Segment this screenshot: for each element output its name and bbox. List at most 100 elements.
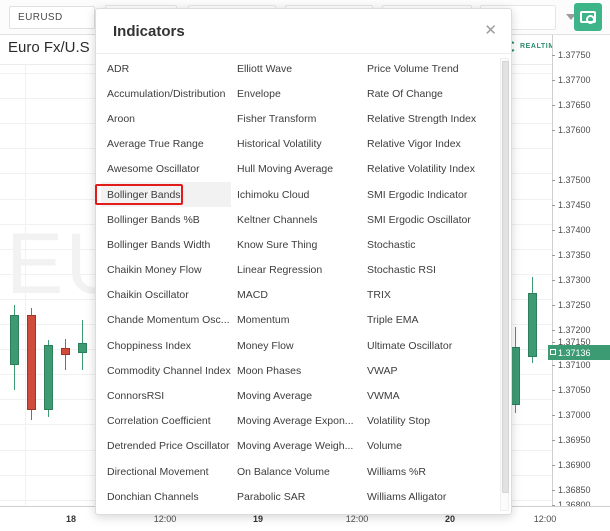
indicator-list-item[interactable]: Detrended Price Oscillator xyxy=(101,434,231,459)
indicator-list-item[interactable]: Chaikin Oscillator xyxy=(101,283,231,308)
indicator-list-item[interactable]: Williams %R xyxy=(361,459,501,484)
indicator-list-item[interactable]: Know Sure Thing xyxy=(231,232,361,257)
time-tick-label: 20 xyxy=(444,514,456,524)
indicator-list-item[interactable]: Accumulation/Distribution xyxy=(101,81,231,106)
indicator-list-item[interactable]: Commodity Channel Index xyxy=(101,358,231,383)
price-axis[interactable]: 1.37750 1.37700 1.37650 1.37600 1.37500 1.374… xyxy=(548,35,610,510)
indicator-list-item[interactable]: Hull Moving Average xyxy=(231,157,361,182)
indicators-dialog[interactable]: Indicators ✕ ADR Accumulation/Distributio… xyxy=(95,8,512,515)
price-tick-label: 1.36850 xyxy=(558,485,591,495)
price-marker-icon xyxy=(550,349,556,355)
candle-body xyxy=(10,315,19,365)
indicator-list-item[interactable]: Volume xyxy=(361,434,501,459)
indicator-list-item[interactable]: Momentum xyxy=(231,308,361,333)
camera-icon xyxy=(580,11,596,24)
indicator-list-item[interactable]: Bollinger Bands %B xyxy=(101,207,231,232)
price-tick-label: 1.37250 xyxy=(558,300,591,310)
price-tick: 1.36950 xyxy=(552,435,591,445)
indicator-list-item[interactable]: Stochastic xyxy=(361,232,501,257)
indicator-list-item[interactable]: Historical Volatility xyxy=(231,132,361,157)
indicator-list-item[interactable]: Parabolic SAR xyxy=(231,484,361,509)
indicator-list-item[interactable]: Fisher Transform xyxy=(231,106,361,131)
price-tick: 1.37350 xyxy=(552,250,591,260)
indicator-list-item[interactable]: Moon Phases xyxy=(231,358,361,383)
indicator-list-item[interactable]: Stochastic RSI xyxy=(361,258,501,283)
indicator-list-item[interactable]: Moving Average Expon... xyxy=(231,409,361,434)
time-tick-label: 12:00 xyxy=(533,514,557,524)
indicator-list-item[interactable]: On Balance Volume xyxy=(231,459,361,484)
indicator-list-item[interactable]: Correlation Coefficient xyxy=(101,409,231,434)
indicator-list-item[interactable]: Ultimate Oscillator xyxy=(361,333,501,358)
indicator-list-item[interactable]: Price Volume Trend xyxy=(361,56,501,81)
dialog-scrollbar-thumb[interactable] xyxy=(502,61,509,493)
indicator-list-item[interactable]: Linear Regression xyxy=(231,258,361,283)
snapshot-button[interactable] xyxy=(574,3,602,31)
indicator-list-item[interactable]: Triple EMA xyxy=(361,308,501,333)
indicator-list-item[interactable]: SMI Ergodic Indicator xyxy=(361,182,501,207)
indicator-list-item[interactable]: Average True Range xyxy=(101,132,231,157)
indicator-list-item[interactable]: Money Flow xyxy=(231,333,361,358)
indicator-list-item[interactable]: Williams Alligator xyxy=(361,484,501,509)
dialog-header: Indicators ✕ xyxy=(96,9,511,54)
indicator-list-item[interactable]: Envelope xyxy=(231,81,361,106)
indicator-list-item[interactable]: Rate Of Change xyxy=(361,81,501,106)
price-tick-label: 1.36950 xyxy=(558,435,591,445)
current-price-badge: 1.37136 xyxy=(548,345,610,360)
indicator-column-2: Elliott Wave Envelope Fisher Transform Hist… xyxy=(231,56,361,509)
price-tick-label: 1.37750 xyxy=(558,50,591,60)
indicator-list-item[interactable]: Donchian Channels xyxy=(101,484,231,509)
dialog-body: ADR Accumulation/Distribution Aroon Average… xyxy=(96,54,511,514)
indicator-list-item[interactable]: VWAP xyxy=(361,358,501,383)
price-tick-label: 1.36900 xyxy=(558,460,591,470)
indicator-list-item[interactable]: Moving Average xyxy=(231,383,361,408)
indicator-list-item[interactable]: Elliott Wave xyxy=(231,56,361,81)
price-tick: 1.37100 xyxy=(552,360,591,370)
time-tick-label: 12:00 xyxy=(345,514,369,524)
price-tick: 1.37700 xyxy=(552,75,591,85)
indicator-list-item[interactable]: Choppiness Index xyxy=(101,333,231,358)
price-tick-label: 1.37650 xyxy=(558,100,591,110)
dialog-scrollbar-track[interactable] xyxy=(500,58,509,511)
indicator-list-item[interactable]: Awesome Oscillator xyxy=(101,157,231,182)
indicator-list-item[interactable]: MACD xyxy=(231,283,361,308)
price-tick-label: 1.37450 xyxy=(558,200,591,210)
indicator-list-item[interactable]: Ichimoku Cloud xyxy=(231,182,361,207)
indicator-list-item[interactable]: Aroon xyxy=(101,106,231,131)
price-tick: 1.37750 xyxy=(552,50,591,60)
indicator-list-item[interactable]: Moving Average Weigh... xyxy=(231,434,361,459)
price-tick: 1.37400 xyxy=(552,225,591,235)
indicator-list-item[interactable]: Chaikin Money Flow xyxy=(101,258,231,283)
indicator-list-item[interactable]: Volatility Stop xyxy=(361,409,501,434)
indicator-list-item[interactable]: Bollinger Bands Width xyxy=(101,232,231,257)
candle-body xyxy=(511,347,520,405)
price-tick-label: 1.37500 xyxy=(558,175,591,185)
price-tick: 1.37650 xyxy=(552,100,591,110)
indicator-list-item[interactable]: ConnorsRSI xyxy=(101,383,231,408)
indicator-list-item[interactable]: TRIX xyxy=(361,283,501,308)
symbol-value: EURUSD xyxy=(18,12,63,23)
time-tick-label: 12:00 xyxy=(153,514,177,524)
indicator-list-item[interactable]: Relative Vigor Index xyxy=(361,132,501,157)
price-tick: 1.37450 xyxy=(552,200,591,210)
time-tick-label: 19 xyxy=(252,514,264,524)
price-tick: 1.37200 xyxy=(552,325,591,335)
indicator-list-item[interactable]: Relative Strength Index xyxy=(361,106,501,131)
indicator-list-item[interactable]: ADR xyxy=(101,56,231,81)
price-tick-label: 1.37700 xyxy=(558,75,591,85)
indicator-list-item[interactable]: Directional Movement xyxy=(101,459,231,484)
dialog-title: Indicators xyxy=(113,23,185,40)
symbol-input[interactable]: EURUSD xyxy=(9,6,95,29)
indicator-list-item[interactable]: Relative Volatility Index xyxy=(361,157,501,182)
indicator-list-item[interactable]: Keltner Channels xyxy=(231,207,361,232)
indicator-column-3: Price Volume Trend Rate Of Change Relative… xyxy=(361,56,501,509)
candle-body xyxy=(61,348,70,355)
price-tick-label: 1.37000 xyxy=(558,410,591,420)
indicator-list-item[interactable]: Chande Momentum Osc... xyxy=(101,308,231,333)
indicator-list-item[interactable]: Bollinger Bands xyxy=(101,181,231,208)
close-icon[interactable]: ✕ xyxy=(484,23,497,38)
price-tick: 1.36850 xyxy=(552,485,591,495)
indicator-list-item[interactable]: SMI Ergodic Oscillator xyxy=(361,207,501,232)
price-tick: 1.37050 xyxy=(552,385,591,395)
trading-chart-app: EURUSD Euro Fx/U.S REALTIME EU ngView xyxy=(0,0,610,531)
indicator-list-item[interactable]: VWMA xyxy=(361,383,501,408)
